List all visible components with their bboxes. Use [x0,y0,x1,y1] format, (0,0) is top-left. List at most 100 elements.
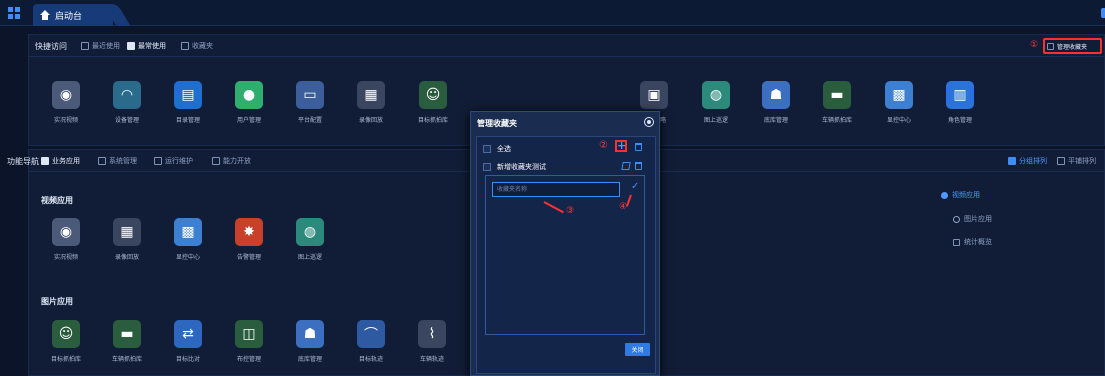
image-app-item-label: 车辆轨迹 [419,356,444,363]
video-app-item[interactable]: ▩ 显控中心 [161,218,215,261]
tab-launchpad[interactable]: 启动台 [33,4,113,26]
film-icon: ▦ [357,81,385,109]
quick-access-item-label: 车辆抓拍库 [821,117,852,124]
quick-access-item-label: 设备管理 [114,117,139,124]
map-patrol-icon: ◍ [702,81,730,109]
side-handle[interactable] [1101,8,1105,18]
tab-maintenance[interactable]: 运行维护 [154,156,193,166]
quick-access-item[interactable]: ▬ 车辆抓拍库 [810,81,864,124]
tab-favorites[interactable]: 收藏夹 [181,41,213,51]
video-app-item[interactable]: ✸ 告警管理 [222,218,276,261]
video-app-item-label: 告警管理 [236,254,261,261]
quick-access-item[interactable]: ◉ 实况视频 [39,81,93,124]
quick-access-item-label: 图上巡逻 [703,117,728,124]
annotation-arrow-3 [543,201,564,214]
quick-access-item[interactable]: ▥ 角色管理 [933,81,987,124]
image-app-item-label: 底库管理 [297,356,322,363]
quick-access-bar: 快捷访问 最近使用 最常使用 收藏夹 ① 管理收藏夹 [29,35,1104,57]
quick-access-label: 快捷访问 [35,42,67,51]
image-section-title: 图片应用 [41,297,73,306]
quick-access-item-label: 录像回放 [358,117,383,124]
system-icon [98,157,106,165]
bookmark-icon [127,42,135,50]
image-app-item[interactable]: ▬ 车辆抓拍库 [100,320,154,363]
active-dot-icon [941,191,948,199]
video-app-item-label: 图上巡逻 [297,254,322,261]
quick-access-item[interactable]: ▤ 目录管理 [161,81,215,124]
map-patrol-icon: ◍ [296,218,324,246]
quick-access-item[interactable]: ◍ 图上巡逻 [689,81,743,124]
quick-access-item-label: 底库管理 [763,117,788,124]
group-layout-button[interactable]: 分组排列 [1008,156,1047,166]
confirm-check-icon[interactable]: ✓ [631,181,639,192]
maintenance-icon [154,157,162,165]
quick-access-item[interactable]: ▦ 录像回放 [344,81,398,124]
quick-access-item[interactable]: ☺ 目标抓拍库 [406,81,460,124]
select-all-row: 全选 [483,144,511,154]
nav-statistics[interactable]: 统计概览 [953,237,992,247]
folder-name-input[interactable] [492,182,620,197]
manage-favorites-button[interactable]: 管理收藏夹 [1047,42,1087,51]
business-icon [41,157,49,165]
video-app-item[interactable]: ▦ 录像回放 [100,218,154,261]
group-layout-icon [1008,157,1016,165]
vehicle-capture-icon: ▬ [113,320,141,348]
image-icon [953,215,960,223]
quick-access-item-label: 用户管理 [236,117,261,124]
tab-open-capability[interactable]: 能力开放 [212,156,251,166]
router-icon: ◠ [113,81,141,109]
alarm-icon: ✸ [235,218,263,246]
image-app-item[interactable]: ☗ 底库管理 [283,320,337,363]
film-icon: ▦ [113,218,141,246]
tile-layout-button[interactable]: 平铺排列 [1057,156,1096,166]
image-app-item[interactable]: ⌒ 目标轨迹 [344,320,398,363]
video-app-item[interactable]: ◍ 图上巡逻 [283,218,337,261]
close-button[interactable]: 关闭 [625,343,650,356]
select-all-checkbox[interactable] [483,145,491,153]
image-app-item[interactable]: ☺ 目标抓拍库 [39,320,93,363]
function-nav-label: 功能导航 [7,157,39,166]
tab-business[interactable]: 业务应用 [41,156,80,166]
image-app-item[interactable]: ⌇ 车辆轨迹 [405,320,459,363]
image-app-item-label: 布控管理 [236,356,261,363]
control-icon: ◫ [235,320,263,348]
nav-image-apps[interactable]: 图片应用 [953,214,992,224]
quick-access-item[interactable]: ● 用户管理 [222,81,276,124]
edit-icon[interactable] [621,162,631,170]
delete-icon[interactable] [635,143,642,151]
video-app-item-label: 实况视频 [53,254,78,261]
quick-access-item[interactable]: ◠ 设备管理 [100,81,154,124]
add-folder-button[interactable]: + [615,140,627,152]
quick-access-item[interactable]: ▩ 显控中心 [872,81,926,124]
video-app-item[interactable]: ◉ 实况视频 [39,218,93,261]
video-section-title: 视频应用 [41,196,73,205]
role-icon: ▥ [946,81,974,109]
tab-most-used[interactable]: 最常使用 [127,41,166,51]
capability-icon [212,157,220,165]
display-icon: ▩ [885,81,913,109]
target-track-icon: ⌒ [357,320,385,348]
server-icon: ▭ [296,81,324,109]
close-icon[interactable] [644,117,654,127]
tab-system[interactable]: 系统管理 [98,156,137,166]
dialog-body: 全选 ② + 新增收藏夹测试 ✓ ③ ④ 关闭 [476,136,656,374]
quick-access-item[interactable]: ▭ 平台配置 [283,81,337,124]
statistics-icon [953,238,960,246]
tab-recent[interactable]: 最近使用 [81,41,120,51]
app-grid-icon[interactable] [8,7,20,19]
annotation-marker-1: ① [1030,40,1039,50]
recent-icon [81,42,89,50]
image-app-item[interactable]: ◫ 布控管理 [222,320,276,363]
image-app-item-label: 目标比对 [175,356,200,363]
nav-video-apps[interactable]: 视频应用 [941,190,980,200]
base-library-icon: ☗ [762,81,790,109]
folder-checkbox[interactable] [483,163,491,171]
image-app-item[interactable]: ⇄ 目标比对 [161,320,215,363]
quick-access-item[interactable]: ☗ 底库管理 [749,81,803,124]
base-library-icon: ☗ [296,320,324,348]
tile-layout-icon [1057,157,1065,165]
delete-folder-icon[interactable] [635,162,642,170]
quick-access-item-label: 角色管理 [947,117,972,124]
quick-access-item-label: 目标抓拍库 [417,117,448,124]
annotation-marker-2: ② [599,140,608,151]
